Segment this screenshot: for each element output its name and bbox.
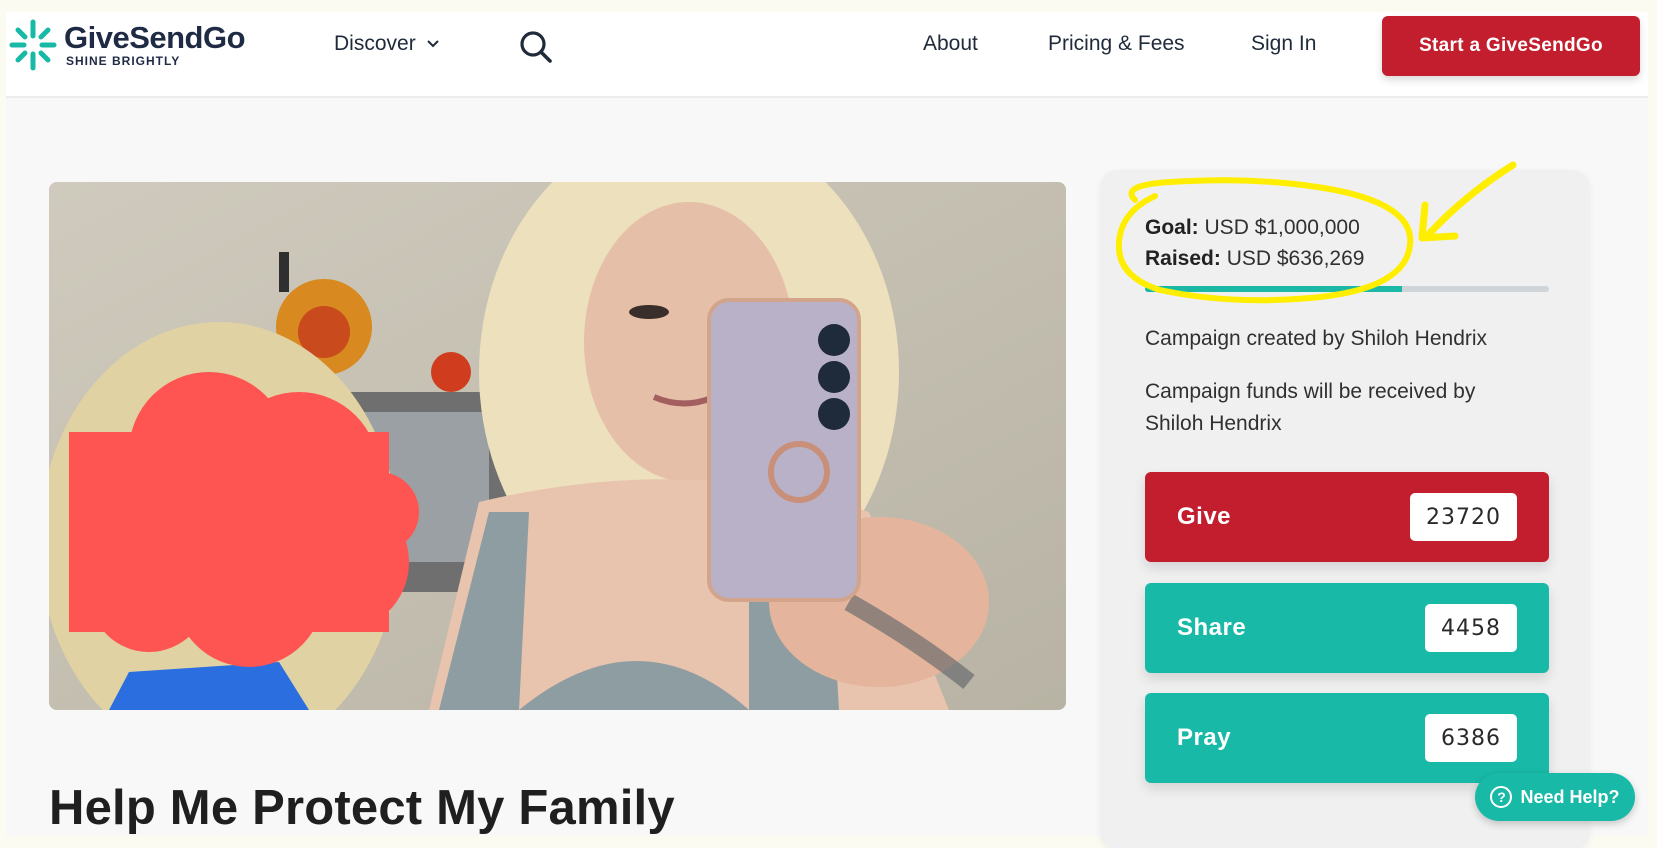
logo-tagline: SHINE BRIGHTLY	[66, 54, 181, 68]
chevron-down-icon	[426, 40, 439, 48]
sunburst-logo-icon	[9, 19, 57, 71]
goal-value: USD $1,000,000	[1204, 216, 1360, 239]
give-count: 23720	[1410, 493, 1517, 541]
share-button[interactable]: Share 4458	[1145, 583, 1549, 673]
top-navbar: GiveSendGo SHINE BRIGHTLY Discover About…	[6, 12, 1648, 98]
pray-count: 6386	[1425, 714, 1517, 762]
campaign-photo	[49, 182, 1066, 710]
discover-label: Discover	[334, 32, 416, 55]
pray-label: Pray	[1177, 724, 1232, 751]
pray-button[interactable]: Pray 6386	[1145, 693, 1549, 783]
creator-name[interactable]: Shiloh Hendrix	[1350, 327, 1487, 350]
give-button[interactable]: Give 23720	[1145, 472, 1549, 562]
search-icon[interactable]	[516, 27, 556, 67]
raised-label: Raised:	[1145, 247, 1221, 270]
question-circle-icon: ?	[1490, 786, 1513, 808]
campaign-title: Help Me Protect My Family	[49, 781, 675, 835]
raised-line: Raised: USD $636,269	[1145, 247, 1364, 271]
nav-about[interactable]: About	[923, 32, 978, 56]
funding-progress-bar	[1145, 286, 1549, 292]
share-count: 4458	[1425, 604, 1517, 652]
discover-menu[interactable]: Discover	[334, 32, 440, 56]
give-label: Give	[1177, 503, 1232, 530]
givesendgo-logo[interactable]: GiveSendGo SHINE BRIGHTLY	[8, 18, 246, 72]
need-help-label: Need Help?	[1520, 786, 1620, 807]
logo-wordmark: GiveSendGo	[64, 20, 246, 55]
campaign-creator: Campaign created by Shiloh Hendrix	[1145, 327, 1487, 351]
campaign-photo-illustration	[49, 182, 1066, 710]
funds-recipient-prefix: Campaign funds will be received by	[1145, 380, 1476, 403]
funding-progress-fill	[1145, 286, 1402, 292]
creator-prefix: Campaign created by	[1145, 327, 1345, 350]
need-help-button[interactable]: ? Need Help?	[1475, 773, 1635, 821]
goal-line: Goal: USD $1,000,000	[1145, 216, 1360, 240]
funds-recipient-name[interactable]: Shiloh Hendrix	[1145, 412, 1282, 436]
nav-pricing-fees[interactable]: Pricing & Fees	[1048, 32, 1185, 56]
raised-value: USD $636,269	[1226, 247, 1365, 270]
goal-label: Goal:	[1145, 216, 1199, 239]
share-label: Share	[1177, 614, 1247, 641]
start-givesendgo-button[interactable]: Start a GiveSendGo	[1382, 16, 1640, 76]
nav-sign-in[interactable]: Sign In	[1251, 32, 1316, 56]
